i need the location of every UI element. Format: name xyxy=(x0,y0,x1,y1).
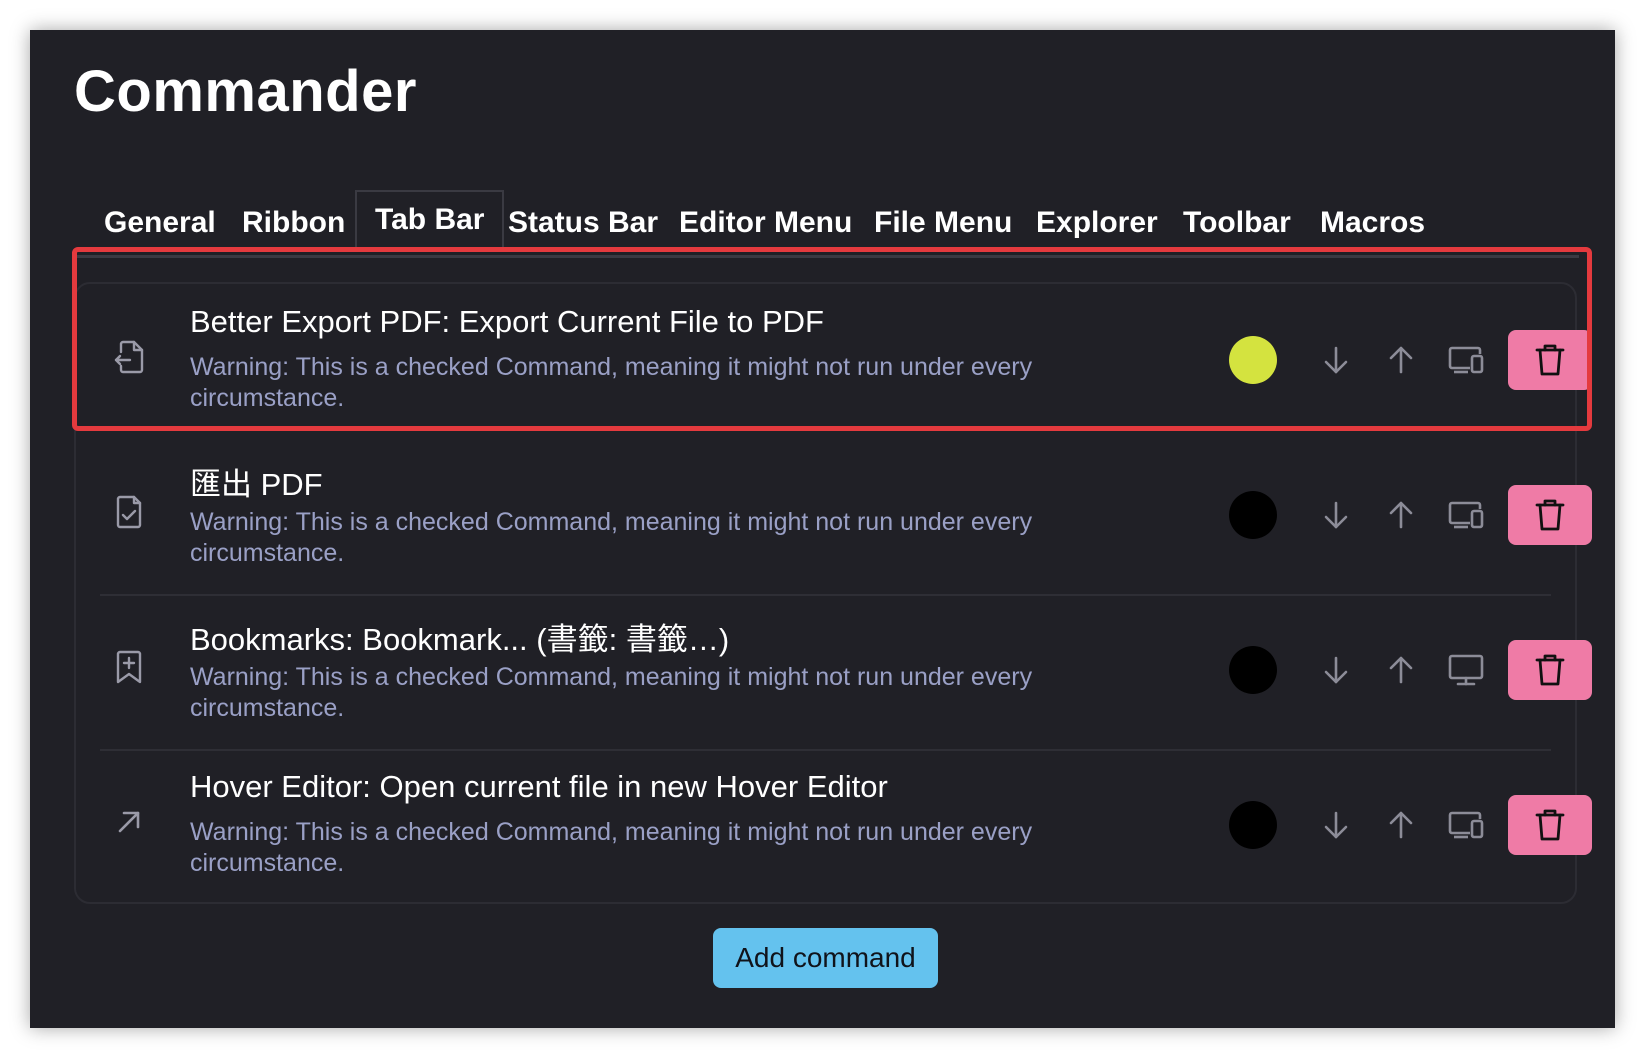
move-up-icon[interactable] xyxy=(1381,650,1421,690)
desktop-icon[interactable] xyxy=(1446,650,1486,690)
trash-icon xyxy=(1535,809,1565,841)
settings-window: Commander General Ribbon Tab Bar Status … xyxy=(30,30,1615,1028)
trash-icon xyxy=(1535,499,1565,531)
color-picker[interactable] xyxy=(1229,336,1277,384)
command-title: 匯出 PDF xyxy=(190,467,323,502)
devices-icon[interactable] xyxy=(1446,495,1486,535)
tab-editor-menu[interactable]: Editor Menu xyxy=(679,195,852,257)
row-divider xyxy=(100,594,1551,596)
move-up-icon[interactable] xyxy=(1381,805,1421,845)
file-export-icon xyxy=(114,340,144,374)
file-check-icon xyxy=(116,495,142,529)
row-divider xyxy=(100,749,1551,751)
move-up-icon[interactable] xyxy=(1381,495,1421,535)
command-row: Better Export PDF: Export Current File t… xyxy=(76,284,1592,439)
command-warning: Warning: This is a checked Command, mean… xyxy=(190,663,1033,722)
command-title: Better Export PDF: Export Current File t… xyxy=(190,304,824,339)
delete-button[interactable] xyxy=(1508,330,1592,390)
move-down-icon[interactable] xyxy=(1316,650,1356,690)
delete-button[interactable] xyxy=(1508,485,1592,545)
tab-file-menu[interactable]: File Menu xyxy=(874,195,1012,257)
add-command-button[interactable]: Add command xyxy=(713,928,938,988)
command-warning: Warning: This is a checked Command, mean… xyxy=(190,818,1033,877)
trash-icon xyxy=(1535,654,1565,686)
tab-bar: General Ribbon Tab Bar Status Bar Editor… xyxy=(74,160,1579,258)
delete-button[interactable] xyxy=(1508,795,1592,855)
command-warning: Warning: This is a checked Command, mean… xyxy=(190,508,1033,567)
tab-toolbar[interactable]: Toolbar xyxy=(1183,195,1291,257)
move-up-icon[interactable] xyxy=(1381,340,1421,380)
arrow-up-right-icon xyxy=(118,811,140,833)
page-title: Commander xyxy=(74,59,417,124)
tab-tab-bar[interactable]: Tab Bar xyxy=(355,190,505,252)
tab-status-bar[interactable]: Status Bar xyxy=(508,195,658,257)
move-down-icon[interactable] xyxy=(1316,340,1356,380)
delete-button[interactable] xyxy=(1508,640,1592,700)
color-picker[interactable] xyxy=(1229,801,1277,849)
move-down-icon[interactable] xyxy=(1316,805,1356,845)
bookmark-plus-icon xyxy=(116,650,142,684)
tab-macros[interactable]: Macros xyxy=(1320,195,1425,257)
command-title: Hover Editor: Open current file in new H… xyxy=(190,769,888,804)
color-picker[interactable] xyxy=(1229,646,1277,694)
command-list: Better Export PDF: Export Current File t… xyxy=(74,282,1592,904)
devices-icon[interactable] xyxy=(1446,805,1486,845)
command-row: 匯出 PDF Warning: This is a checked Comman… xyxy=(76,439,1592,594)
command-warning: Warning: This is a checked Command, mean… xyxy=(190,353,1033,412)
tab-general[interactable]: General xyxy=(104,195,216,257)
tab-ribbon[interactable]: Ribbon xyxy=(242,195,345,257)
tab-explorer[interactable]: Explorer xyxy=(1036,195,1158,257)
trash-icon xyxy=(1535,344,1565,376)
command-title: Bookmarks: Bookmark... (書籤: 書籤…) xyxy=(190,622,730,657)
devices-icon[interactable] xyxy=(1446,340,1486,380)
command-row: Bookmarks: Bookmark... (書籤: 書籤…) Warning… xyxy=(76,594,1592,749)
command-row: Hover Editor: Open current file in new H… xyxy=(76,749,1592,904)
move-down-icon[interactable] xyxy=(1316,495,1356,535)
color-picker[interactable] xyxy=(1229,491,1277,539)
